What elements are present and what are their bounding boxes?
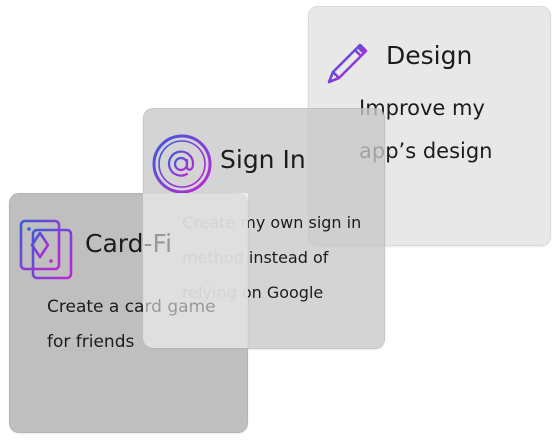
- description-line: Create a card game: [47, 297, 216, 317]
- at-sign-icon: [152, 134, 212, 194]
- pencil-icon: [327, 43, 368, 84]
- playing-cards-icon: [19, 219, 73, 280]
- card-title: Design: [386, 41, 473, 70]
- description-line: for friends: [47, 332, 135, 352]
- card-title: Sign In: [220, 145, 306, 174]
- card-title: Card-Fi: [85, 229, 173, 258]
- card-description: Create a card game for friends: [47, 290, 216, 360]
- card-fi-card[interactable]: Card-Fi Create a card game for friends: [9, 193, 248, 433]
